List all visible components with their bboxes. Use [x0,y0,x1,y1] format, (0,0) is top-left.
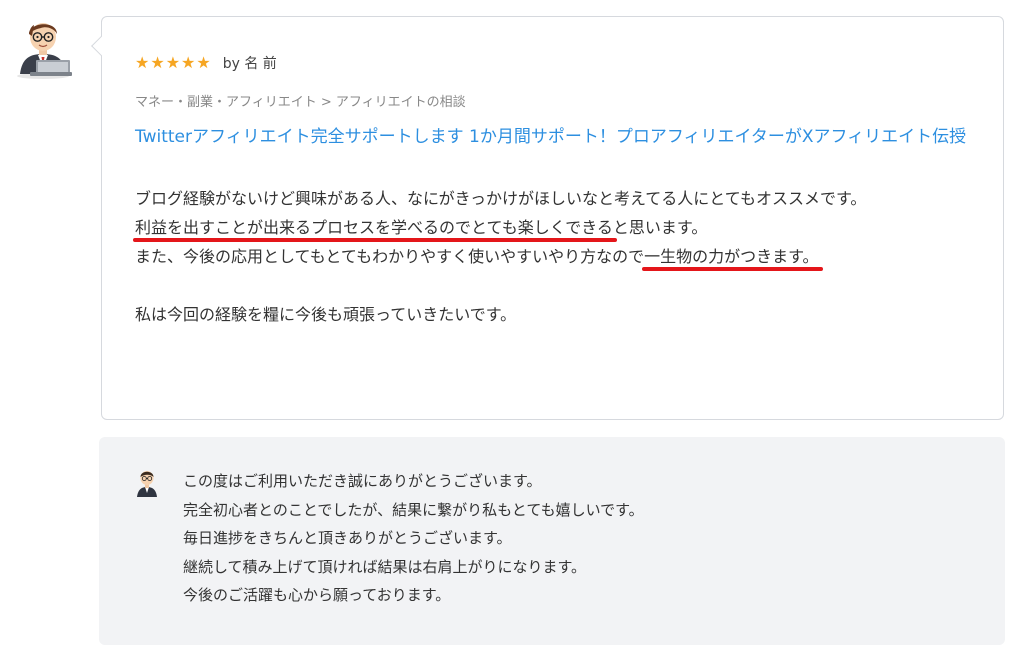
service-title-link[interactable]: Twitterアフィリエイト完全サポートします 1か月間サポート！プロアフィリエ… [135,123,975,152]
speech-pointer [91,36,111,56]
star-icon: ★ [135,53,150,72]
reply-line: この度はご利用いただき誠にありがとうございます。 [183,472,542,490]
seller-reply: この度はご利用いただき誠にありがとうございます。 完全初心者とのことでしたが、結… [99,437,1005,645]
reviewer-name: by 名 前 [222,56,277,72]
reply-text: この度はご利用いただき誠にありがとうございます。 完全初心者とのことでしたが、結… [183,467,644,610]
review-line: 利益を出すことが出来るプロセスを学べるのでとても楽しくできると思います。 [135,213,975,242]
star-icon: ★ [150,53,165,72]
underlined-text: 利益を出すことが出来るプロセスを学べるのでとても楽しくできる [135,218,613,237]
review-line: ブログ経験がないけど興味がある人、なにがきっかけがほしいなと考えてる人にとてもオ… [135,189,867,208]
reply-line: 毎日進捗をきちんと頂きありがとうございます。 [183,529,512,547]
reply-line: 今後のご活躍も心から願っております。 [183,586,451,604]
reviewer-avatar-icon [17,23,72,79]
rating-row: ★ ★ ★ ★ ★ by 名 前 [135,53,277,73]
review-line: また、今後の応用としてもとてもわかりやすく使いやすいやり方なので一生物の力がつき… [135,242,975,271]
review-text: また、今後の応用としてもとてもわかりやすく使いやすいやり方なので [135,247,645,266]
review-text: と思います。 [612,218,708,237]
review-line: 私は今回の経験を糧に今後も頑張っていきたいです。 [135,305,517,324]
review-body: ブログ経験がないけど興味がある人、なにがきっかけがほしいなと考えてる人にとてもオ… [135,184,975,329]
star-icon: ★ [165,53,181,72]
star-icon: ★ [196,53,211,72]
seller-avatar-icon [137,471,157,497]
star-icon: ★ [181,53,196,72]
review-card: ★ ★ ★ ★ ★ by 名 前 マネー・副業・アフィリエイト > アフィリエイ… [91,16,1004,420]
reply-line: 完全初心者とのことでしたが、結果に繋がり私もとても嬉しいです。 [183,500,644,519]
star-rating: ★ ★ ★ ★ ★ [135,55,211,71]
underlined-text: 一生物の力がつきます。 [644,247,819,266]
reply-line: 継続して積み上げて頂ければ結果は右肩上がりになります。 [183,557,587,576]
category-breadcrumb: マネー・副業・アフィリエイト > アフィリエイトの相談 [135,95,466,110]
